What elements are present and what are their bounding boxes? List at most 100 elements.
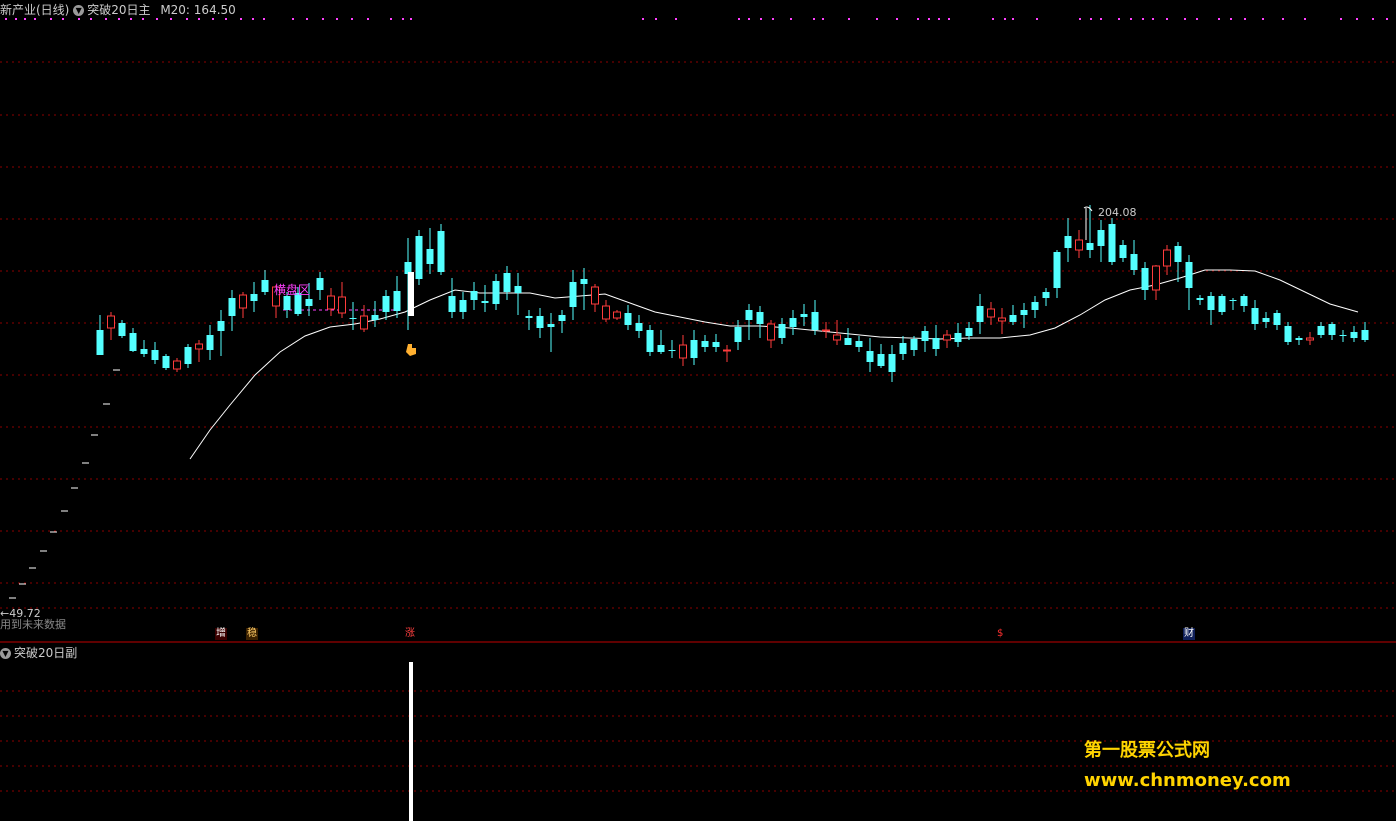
candle-38 (514, 273, 522, 315)
candle-102 (1218, 294, 1226, 315)
signal-dot-3 (34, 18, 36, 20)
signal-dot-56 (1142, 18, 1144, 20)
high-price-label: 204.08 (1098, 206, 1137, 219)
candle-body-51 (657, 345, 665, 352)
candle-body-115 (1361, 330, 1369, 340)
candle-body-90 (1086, 243, 1094, 250)
candle-44 (580, 268, 588, 310)
candle-body-47 (613, 311, 621, 319)
signal-dots (5, 18, 1388, 20)
signal-dot-51 (1079, 18, 1081, 20)
breakout-bar-main (408, 272, 414, 316)
grid-lines (0, 61, 1396, 792)
signal-dot-57 (1152, 18, 1154, 20)
candle-body-21 (327, 295, 335, 310)
candle-87 (1053, 250, 1061, 298)
candle-4 (140, 340, 148, 357)
signal-marker-zhang[interactable]: 涨 (404, 628, 416, 640)
sub-indicator-name[interactable]: 突破20日副 (14, 646, 77, 660)
candle-29 (415, 230, 423, 285)
kline-chart[interactable] (0, 0, 1396, 821)
candle-76 (932, 325, 940, 356)
candle-body-94 (1130, 254, 1138, 270)
candle-body-29 (415, 236, 423, 279)
candle-69 (855, 336, 863, 352)
candle-80 (976, 294, 984, 334)
candle-body-98 (1174, 246, 1182, 262)
candle-body-30 (426, 249, 434, 264)
signal-dot-27 (390, 18, 392, 20)
candle-96 (1152, 265, 1160, 300)
main-indicator-name[interactable]: 突破20日主 (87, 3, 150, 17)
candle-body-17 (283, 296, 291, 310)
candle-body-4 (140, 349, 148, 354)
candle-0 (96, 315, 104, 355)
candle-79 (965, 322, 973, 340)
candle-body-31 (437, 231, 445, 272)
candle-body-72 (888, 354, 896, 372)
stock-title[interactable]: 新产业(日线) (0, 3, 69, 17)
candle-73 (899, 336, 907, 360)
signal-dot-12 (156, 18, 158, 20)
candle-body-40 (536, 316, 544, 328)
signal-marker-zeng[interactable]: 增 (215, 628, 227, 640)
sub-indicator-toggle-icon[interactable]: ▼ (0, 648, 11, 659)
candle-21 (327, 288, 335, 316)
candle-106 (1262, 312, 1270, 328)
candle-body-86 (1042, 292, 1050, 298)
candle-body-85 (1031, 302, 1039, 310)
candle-body-95 (1141, 268, 1149, 290)
signal-dot-68 (1356, 18, 1358, 20)
signal-dot-36 (772, 18, 774, 20)
candle-body-0 (96, 330, 104, 355)
candle-body-77 (943, 334, 951, 341)
indicator-toggle-icon[interactable]: ▼ (73, 5, 85, 16)
signal-dot-23 (322, 18, 324, 20)
signal-dot-58 (1166, 18, 1168, 20)
candle-body-114 (1350, 332, 1358, 338)
candle-body-26 (382, 296, 390, 312)
signal-marker-wen[interactable]: 稳 (246, 628, 258, 640)
candle-66 (822, 322, 830, 338)
candle-78 (954, 323, 962, 347)
signal-dot-55 (1130, 18, 1132, 20)
candle-46 (602, 300, 610, 322)
candle-body-10 (206, 335, 214, 350)
signal-dot-70 (1386, 18, 1388, 20)
candle-body-25 (371, 315, 379, 320)
signal-dot-17 (225, 18, 227, 20)
candle-36 (492, 274, 500, 310)
signal-dot-14 (186, 18, 188, 20)
candle-body-87 (1053, 252, 1061, 288)
candle-22 (338, 282, 346, 318)
candle-103 (1229, 298, 1237, 310)
signal-dot-8 (105, 18, 107, 20)
watermark-url: www.chnmoney.com (1084, 770, 1291, 791)
candle-body-97 (1163, 249, 1171, 267)
candle-12 (228, 290, 236, 331)
candle-53 (679, 335, 687, 366)
signal-dot-19 (252, 18, 254, 20)
candle-101 (1207, 292, 1215, 325)
candle-body-59 (745, 310, 753, 320)
candle-body-71 (877, 354, 885, 366)
candle-108 (1284, 322, 1292, 345)
signal-dot-41 (876, 18, 878, 20)
candle-20 (316, 272, 324, 300)
candle-113 (1339, 330, 1347, 342)
candle-32 (448, 278, 456, 318)
signal-dot-45 (938, 18, 940, 20)
candle-body-8 (184, 347, 192, 364)
candle-body-88 (1064, 236, 1072, 248)
candle-82 (998, 308, 1006, 334)
signal-dot-0 (5, 18, 7, 20)
signal-marker-dollar[interactable]: $ (996, 628, 1004, 640)
signal-dot-28 (402, 18, 404, 20)
candle-body-6 (162, 356, 170, 368)
signal-dot-60 (1196, 18, 1198, 20)
candle-body-1 (107, 315, 115, 329)
candle-72 (888, 345, 896, 382)
signal-marker-cai[interactable]: 财 (1183, 628, 1195, 640)
candle-52 (668, 340, 676, 358)
candle-body-79 (965, 328, 973, 336)
